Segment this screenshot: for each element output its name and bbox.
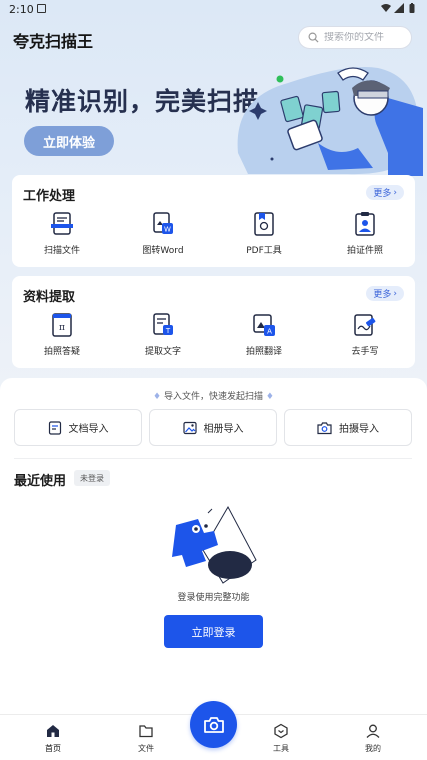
camera-scan-button[interactable] — [190, 701, 237, 748]
tool-label: 提取文字 — [144, 347, 181, 357]
tool-label: 扫描文件 — [43, 246, 80, 256]
extract-section-title: 资料提取 — [23, 290, 76, 305]
empty-state-illustration — [172, 505, 257, 584]
tool-scan-file[interactable]: 扫描文件 — [22, 211, 102, 256]
wifi-icon — [381, 4, 391, 12]
album-import-button[interactable]: 相册导入 — [149, 409, 277, 446]
tool-extract-text[interactable]: T 提取文字 — [123, 312, 203, 357]
camera-icon — [203, 716, 224, 733]
status-time: 2:10 — [9, 3, 34, 16]
folder-icon — [139, 725, 153, 738]
tool-remove-handwriting[interactable]: 去手写 — [325, 312, 405, 357]
banner-illustration — [237, 67, 423, 176]
sparkle-icon: ♦ — [265, 392, 274, 402]
chevron-right-icon: › — [393, 187, 397, 198]
work-more-button[interactable]: 更多 › — [366, 185, 404, 200]
nav-tools[interactable]: 工具 — [256, 723, 306, 754]
tools-icon — [274, 723, 288, 739]
import-tip: ♦ 导入文件，快速发起扫描 ♦ — [0, 389, 427, 402]
document-icon — [48, 420, 61, 435]
scan-file-icon — [51, 212, 73, 235]
nav-label: 工具 — [273, 744, 289, 753]
notification-icon — [37, 4, 46, 13]
svg-text:A: A — [267, 328, 272, 336]
tool-label: 去手写 — [351, 347, 379, 357]
nav-label: 文件 — [138, 744, 154, 753]
more-label: 更多 — [373, 189, 392, 199]
tool-label: 拍照答疑 — [43, 347, 80, 357]
camera-import-button[interactable]: 拍摄导入 — [284, 409, 412, 446]
tool-label: 拍照翻译 — [245, 347, 282, 357]
tool-label: PDF工具 — [246, 246, 282, 256]
nav-label: 我的 — [365, 744, 381, 753]
home-icon — [47, 725, 59, 737]
work-section-title: 工作处理 — [23, 189, 76, 204]
nav-files[interactable]: 文件 — [121, 723, 171, 754]
tool-photo-translate[interactable]: A 拍照翻译 — [224, 312, 304, 357]
photo-translate-icon: A — [253, 314, 275, 336]
photo-answer-icon: π — [52, 313, 72, 337]
remove-handwriting-icon — [354, 314, 376, 336]
svg-text:T: T — [165, 327, 171, 335]
document-import-button[interactable]: 文档导入 — [14, 409, 142, 446]
profile-icon — [366, 724, 380, 738]
nav-home[interactable]: 首页 — [28, 723, 78, 754]
status-bar: 2:10 — [0, 0, 427, 18]
svg-text:W: W — [164, 226, 171, 234]
tool-id-photo[interactable]: 拍证件照 — [325, 211, 405, 256]
nav-profile[interactable]: 我的 — [348, 723, 398, 754]
tool-image-to-word[interactable]: W 图转Word — [123, 211, 203, 256]
import-tip-text: 导入文件，快速发起扫描 — [163, 392, 263, 402]
empty-state-text: 登录使用完整功能 — [177, 593, 250, 603]
divider — [14, 458, 412, 459]
extract-card: 资料提取 更多 › π 拍照答疑 T 提取文字 A 拍照翻译 去手写 — [12, 276, 415, 368]
tool-photo-answer[interactable]: π 拍照答疑 — [22, 312, 102, 357]
login-button[interactable]: 立即登录 — [164, 615, 263, 648]
login-status-tag: 未登录 — [74, 470, 110, 486]
search-box[interactable] — [298, 26, 412, 49]
search-icon — [308, 32, 319, 43]
work-card: 工作处理 更多 › 扫描文件 W 图转Word PDF工具 拍证件照 — [12, 175, 415, 267]
camera-icon — [317, 421, 332, 434]
sparkle-icon: ♦ — [153, 392, 162, 402]
import-label: 文档导入 — [68, 424, 109, 435]
signal-icon — [394, 3, 404, 13]
nav-label: 首页 — [45, 744, 61, 753]
chevron-right-icon: › — [393, 288, 397, 299]
id-photo-icon — [355, 212, 375, 236]
status-icons — [381, 3, 417, 13]
svg-text:π: π — [59, 323, 65, 333]
battery-icon — [409, 3, 415, 13]
tool-label: 拍证件照 — [346, 246, 383, 256]
image-to-word-icon: W — [153, 212, 173, 234]
tool-pdf[interactable]: PDF工具 — [224, 211, 304, 256]
recent-title: 最近使用 — [14, 474, 67, 489]
import-label: 拍摄导入 — [339, 424, 379, 435]
tool-label: 图转Word — [142, 246, 184, 256]
import-label: 相册导入 — [203, 424, 244, 435]
banner-headline: 精准识别，完美扫描 — [25, 87, 260, 116]
search-input[interactable] — [324, 32, 404, 43]
album-icon — [182, 421, 197, 434]
pdf-tool-icon — [254, 212, 274, 236]
try-now-button[interactable]: 立即体验 — [24, 126, 114, 156]
more-label: 更多 — [373, 290, 392, 300]
extract-more-button[interactable]: 更多 › — [366, 286, 404, 301]
extract-text-icon: T — [153, 313, 173, 335]
app-title: 夸克扫描王 — [13, 32, 94, 51]
